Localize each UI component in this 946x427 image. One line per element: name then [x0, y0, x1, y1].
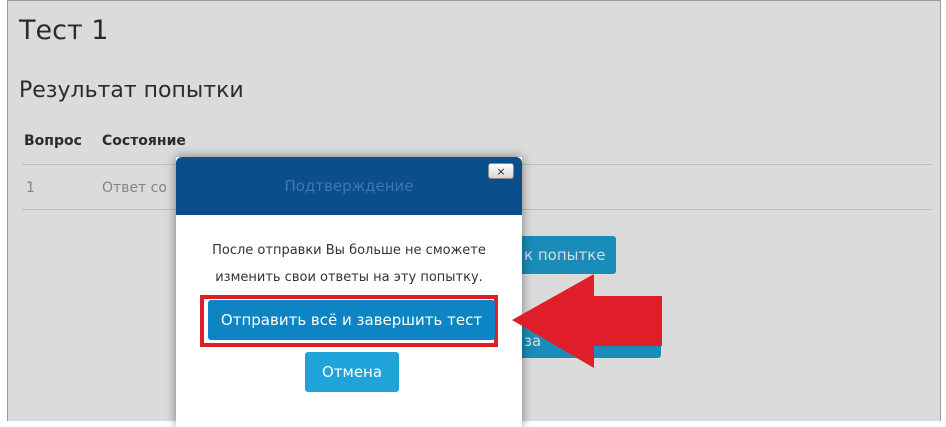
dialog-message-line-2: изменить свои ответы на эту попытку.	[215, 270, 483, 285]
submit-button-label: Отправить всё и завершить тест	[220, 311, 483, 329]
close-icon[interactable]: ×	[488, 163, 514, 179]
dialog-message-line-1: После отправки Вы больше не сможете	[212, 243, 486, 258]
submit-all-and-finish-button[interactable]: Отправить всё и завершить тест	[208, 300, 495, 340]
arrow-left-icon	[512, 274, 662, 368]
cancel-button[interactable]: Отмена	[305, 352, 399, 392]
dialog-title: Подтверждение	[284, 177, 414, 195]
dialog-header: Подтверждение ×	[176, 157, 522, 215]
confirmation-dialog: Подтверждение × После отправки Вы больше…	[176, 157, 522, 427]
cancel-button-label: Отмена	[321, 363, 383, 381]
